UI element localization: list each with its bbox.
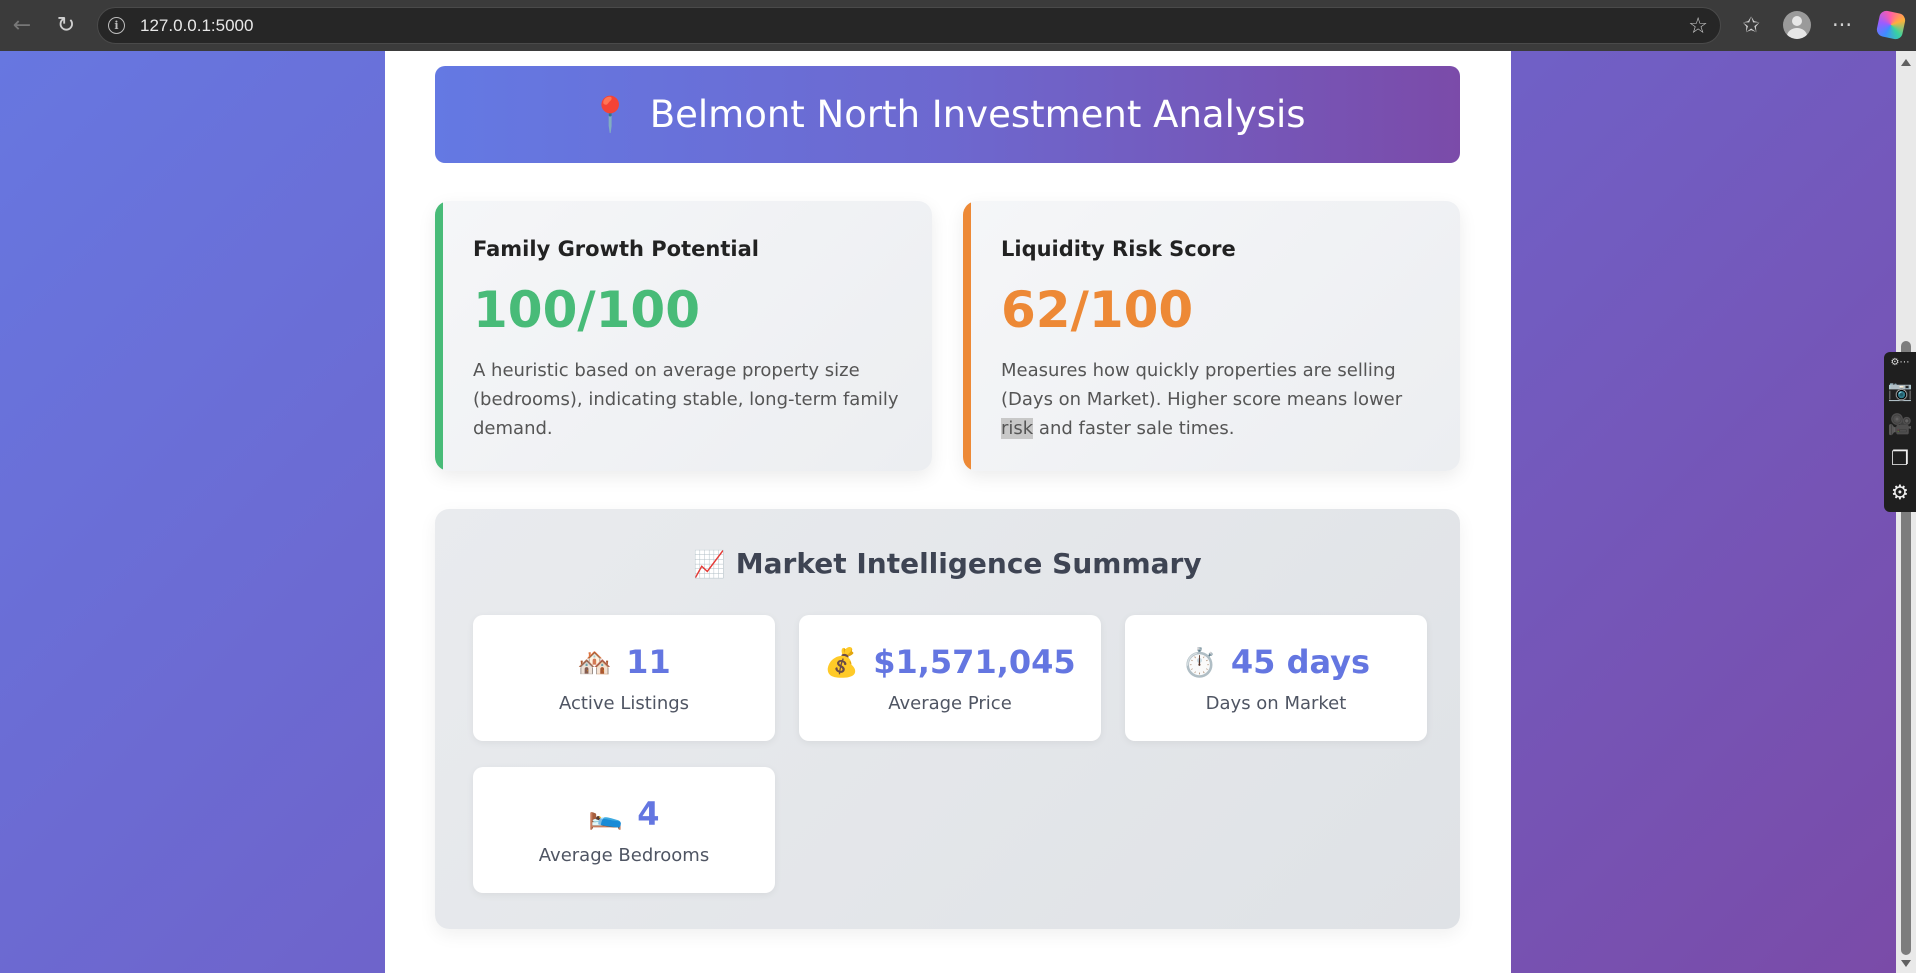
more-menu-icon[interactable]: ··· [1825,8,1859,42]
url-text[interactable]: 127.0.0.1:5000 [140,16,253,36]
site-info-icon[interactable]: i [108,17,125,34]
camera-icon[interactable]: 📷 [1888,378,1913,402]
page-viewport: 📍 Belmont North Investment Analysis Fami… [0,51,1896,973]
metric-value: 62/100 [1001,281,1194,339]
market-summary-panel: 📈 Market Intelligence Summary 🏘️ 11 Active… [435,509,1460,929]
metric-description: A heuristic based on average property si… [473,360,899,439]
stat-label: Days on Market [1205,693,1347,714]
stat-number: 45 days [1230,643,1370,681]
stat-value: 🛌 4 [473,795,775,833]
card-accent-bar [963,201,971,471]
bookmark-star-icon[interactable]: ☆ [1688,14,1708,39]
profile-button[interactable] [1780,8,1814,42]
stat-card-average-bedrooms: 🛌 4 Average Bedrooms [473,767,775,893]
reload-icon[interactable]: ↻ [48,7,84,43]
metric-title: Liquidity Risk Score [1001,237,1236,261]
stat-label: Active Listings [558,693,690,714]
browser-toolbar: ← ↻ i 127.0.0.1:5000 ☆ ✩ ··· [0,0,1916,51]
toolbar-settings-mini-icon[interactable]: ⚙⋯ [1891,358,1910,368]
stat-number: $1,571,045 [873,643,1076,681]
avatar-icon [1783,11,1811,39]
gear-icon[interactable]: ⚙ [1891,480,1909,504]
stat-card-days-on-market: ⏱️ 45 days Days on Market [1125,615,1427,741]
stat-card-active-listings: 🏘️ 11 Active Listings [473,615,775,741]
copilot-icon [1875,9,1907,41]
page-title: Belmont North Investment Analysis [649,93,1306,136]
stat-number: 11 [626,643,671,681]
description-text: and faster sale times. [1033,418,1235,439]
stat-number: 4 [637,795,660,833]
map-pin-icon: 📍 [589,94,632,135]
favorites-icon[interactable]: ✩ [1734,8,1768,42]
stat-value: 💰 $1,571,045 [799,643,1101,681]
address-bar[interactable]: i 127.0.0.1:5000 ☆ [97,7,1721,44]
stat-value: 🏘️ 11 [473,643,775,681]
highlighted-word: risk [1001,418,1034,439]
video-camera-icon[interactable]: 🎥 [1888,412,1913,436]
page-header: 📍 Belmont North Investment Analysis [435,66,1460,163]
metric-description: Measures how quickly properties are sell… [1001,356,1431,443]
windows-icon[interactable]: ❐ [1891,446,1909,470]
stat-card-average-price: 💰 $1,571,045 Average Price [799,615,1101,741]
scroll-up-arrow-icon[interactable] [1901,59,1911,66]
summary-title: 📈 Market Intelligence Summary [435,547,1460,580]
money-bag-icon: 💰 [824,645,860,679]
liquidity-risk-card: Liquidity Risk Score 62/100 Measures how… [963,201,1460,471]
card-accent-bar [435,201,443,471]
stat-label: Average Price [888,693,1012,714]
back-arrow-icon[interactable]: ← [4,7,40,43]
stat-value: ⏱️ 45 days [1125,643,1427,681]
copilot-button[interactable] [1874,8,1908,42]
houses-icon: 🏘️ [577,645,613,679]
stat-label: Average Bedrooms [538,845,710,866]
chart-increasing-icon: 📈 [693,550,726,580]
content-container: 📍 Belmont North Investment Analysis Fami… [385,51,1511,973]
scroll-down-arrow-icon[interactable] [1901,960,1911,967]
description-text: Measures how quickly properties are sell… [1001,360,1403,410]
vertical-scrollbar[interactable] [1896,51,1916,973]
metric-value: 100/100 [473,281,701,339]
capture-side-toolbar: ⚙⋯ 📷 🎥 ❐ ⚙ [1884,352,1916,512]
stopwatch-icon: ⏱️ [1182,645,1217,679]
family-growth-card: Family Growth Potential 100/100 A heuris… [435,201,932,471]
summary-title-text: Market Intelligence Summary [735,547,1202,580]
bed-icon: 🛌 [588,797,624,831]
metric-title: Family Growth Potential [473,237,759,261]
